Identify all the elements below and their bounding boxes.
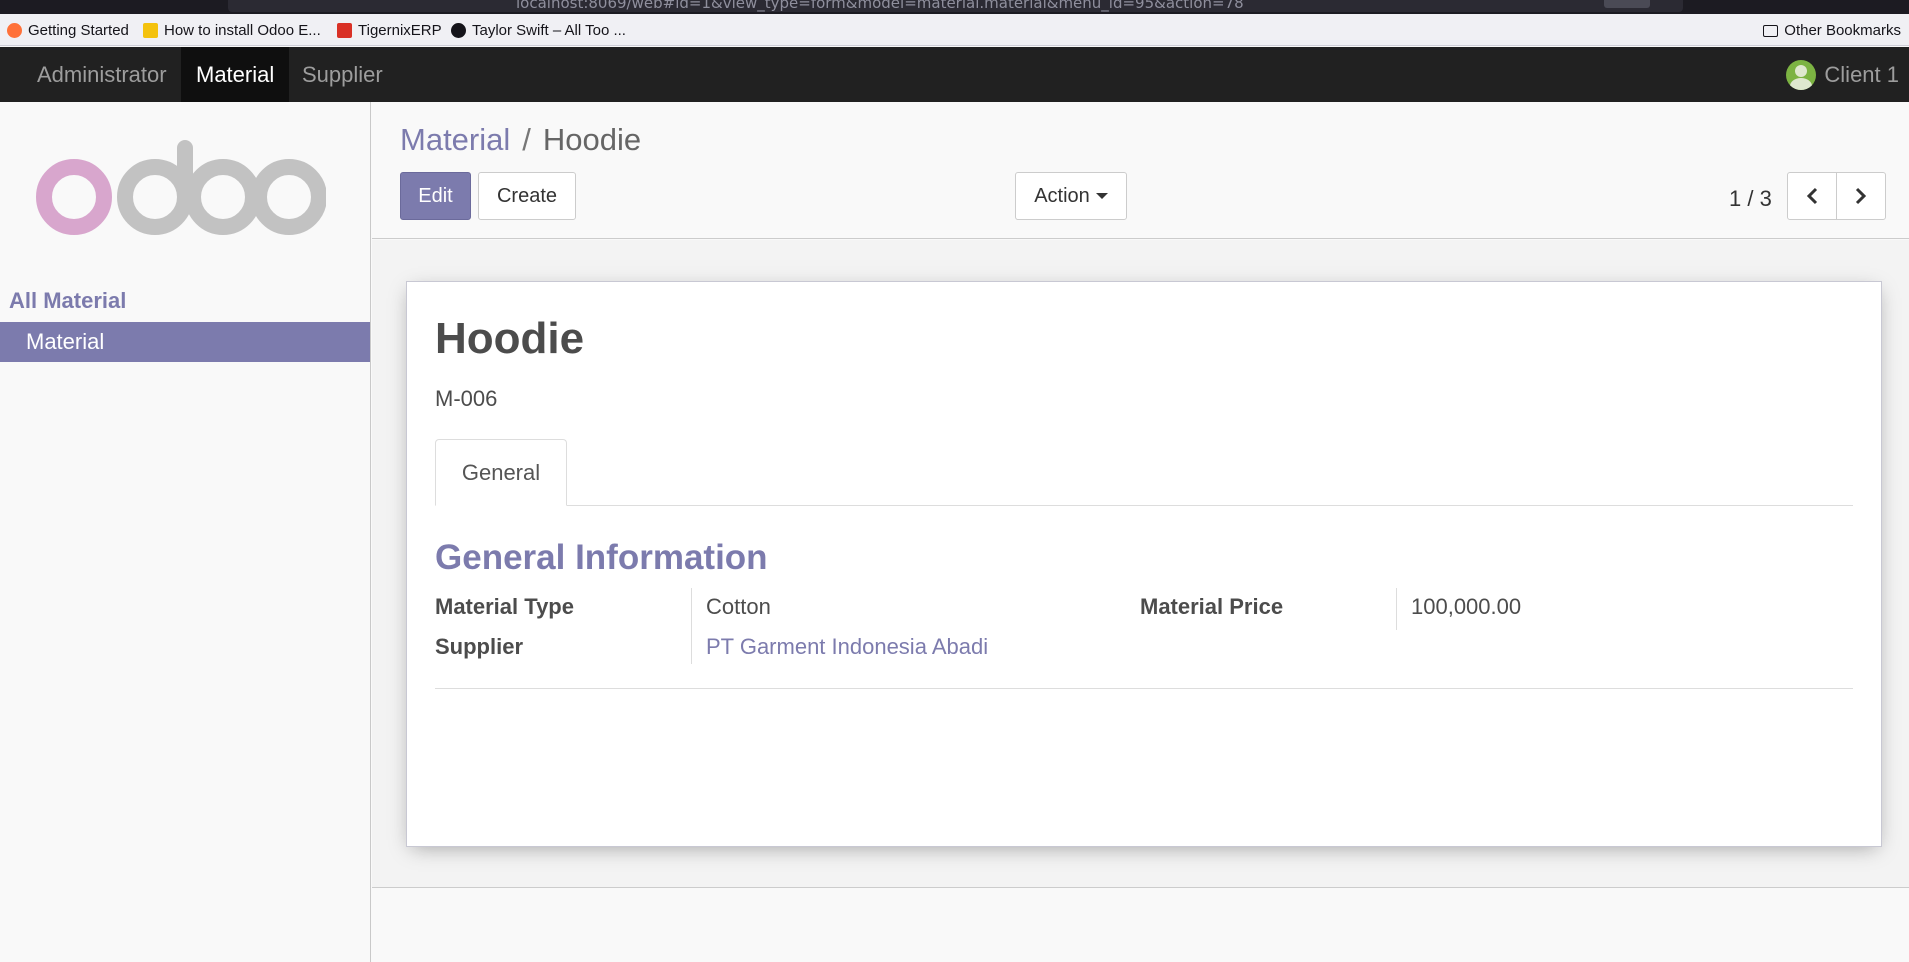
bookmarks-bar: Getting Started How to install Odoo E...… <box>0 14 1909 46</box>
form-sheet: Hoodie M-006 General General Information… <box>406 281 1882 847</box>
user-name: Client 1 <box>1824 61 1899 87</box>
breadcrumb: Material / Hoodie <box>400 122 641 158</box>
breadcrumb-parent[interactable]: Material <box>400 122 510 158</box>
supplier-link[interactable]: PT Garment Indonesia Abadi <box>706 634 988 660</box>
bookmark-icon <box>143 23 158 38</box>
chevron-right-icon <box>1855 187 1867 205</box>
material-price-label: Material Price <box>1140 594 1284 619</box>
menu-material[interactable]: Material <box>181 47 290 102</box>
action-dropdown[interactable]: Action <box>1015 172 1127 220</box>
tab-general[interactable]: General <box>435 439 567 506</box>
tigernix-icon <box>337 23 352 38</box>
field-separator <box>691 588 692 664</box>
form-bottom-divider <box>435 688 1853 689</box>
breadcrumb-current: Hoodie <box>542 122 642 157</box>
field-separator <box>1396 588 1397 630</box>
bookmark-tigernixerp[interactable]: TigernixERP <box>337 22 442 39</box>
odoo-logo-graphic <box>36 140 327 235</box>
bookmark-install-odoo[interactable]: How to install Odoo E... <box>143 22 321 39</box>
url-bar[interactable]: localhost:8069/web#id=1&view_type=form&m… <box>228 0 1683 12</box>
other-bookmarks-label: Other Bookmarks <box>1784 22 1901 39</box>
action-label: Action <box>1034 184 1090 207</box>
record-name: Hoodie <box>435 314 585 363</box>
create-button[interactable]: Create <box>478 172 576 220</box>
pager-next-button[interactable] <box>1836 172 1886 220</box>
bookmark-getting-started[interactable]: Getting Started <box>7 22 129 39</box>
bookmark-taylor-swift[interactable]: Taylor Swift – All Too ... <box>451 22 626 39</box>
zoom-badge[interactable] <box>1604 0 1650 8</box>
caret-down-icon <box>1095 193 1108 199</box>
main-navbar: Administrator Material Supplier Client 1 <box>0 47 1909 102</box>
edit-button[interactable]: Edit <box>400 172 471 220</box>
odoo-logo[interactable] <box>36 140 327 245</box>
firefox-icon <box>7 23 22 38</box>
folder-icon <box>1763 24 1779 37</box>
bookmark-label: Getting Started <box>28 22 129 39</box>
tabs-divider <box>435 505 1853 506</box>
supplier-label: Supplier <box>435 634 524 659</box>
menu-administrator[interactable]: Administrator <box>22 47 182 102</box>
menu-supplier[interactable]: Supplier <box>287 47 398 102</box>
section-title: General Information <box>435 538 768 577</box>
material-price-value: 100,000.00 <box>1411 594 1522 619</box>
music-icon <box>451 23 466 38</box>
pager-value[interactable]: 1 / 3 <box>1729 186 1772 212</box>
record-code: M-006 <box>435 386 498 411</box>
other-bookmarks[interactable]: Other Bookmarks <box>1763 22 1901 39</box>
material-type-value: Cotton <box>706 594 771 619</box>
sidebar-heading[interactable]: All Material <box>9 288 126 314</box>
pager-previous-button[interactable] <box>1787 172 1837 220</box>
browser-toolbar: localhost:8069/web#id=1&view_type=form&m… <box>0 0 1909 14</box>
bookmark-label: Taylor Swift – All Too ... <box>472 22 626 39</box>
chevron-left-icon <box>1806 187 1818 205</box>
sidebar-item-material[interactable]: Material <box>0 322 370 362</box>
control-panel: Material / Hoodie Edit Create Action 1 /… <box>372 102 1909 239</box>
bookmark-label: TigernixERP <box>358 22 442 39</box>
url-text[interactable]: localhost:8069/web#id=1&view_type=form&m… <box>516 0 1244 12</box>
bookmark-label: How to install Odoo E... <box>164 22 321 39</box>
material-type-label: Material Type <box>435 594 574 619</box>
avatar <box>1786 59 1817 90</box>
breadcrumb-separator: / <box>522 122 531 157</box>
user-menu[interactable]: Client 1 <box>1786 47 1899 102</box>
